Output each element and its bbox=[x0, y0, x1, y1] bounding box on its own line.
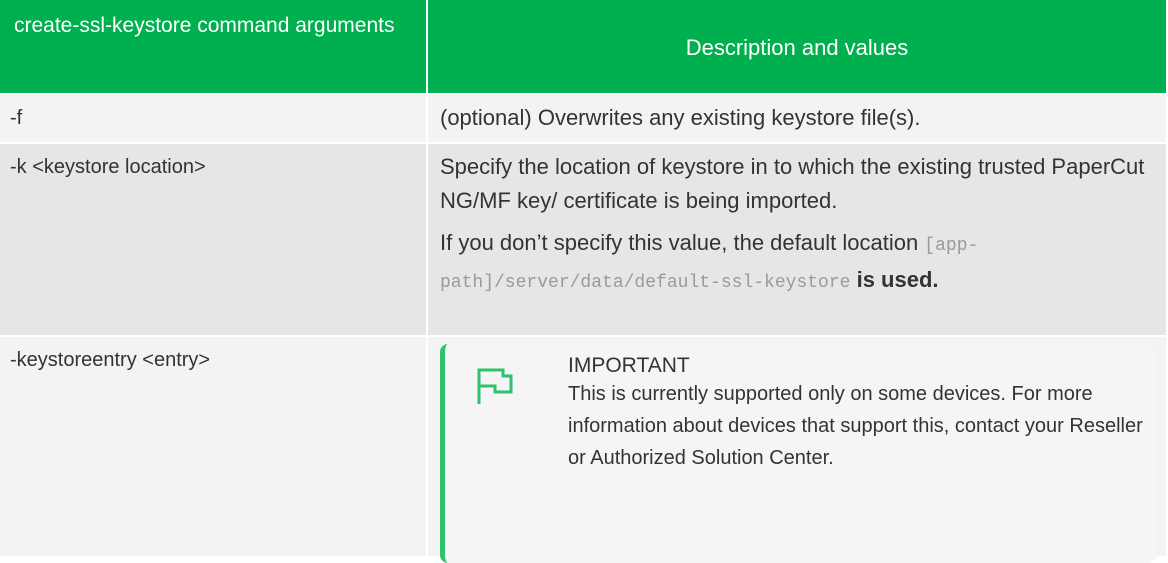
important-note: IMPORTANT This is currently supported on… bbox=[440, 344, 1156, 563]
command-arguments-table: create-ssl-keystore command arguments De… bbox=[0, 0, 1168, 563]
row-keystoreentry-argument: -keystoreentry <entry> bbox=[0, 337, 428, 558]
row-k-default-location: If you don’t specify this value, the def… bbox=[440, 226, 1156, 300]
header-arguments: create-ssl-keystore command arguments bbox=[0, 0, 428, 95]
note-title: IMPORTANT bbox=[568, 354, 690, 377]
row-k-argument: -k <keystore location> bbox=[0, 144, 428, 337]
default-location-lead: If you don’t specify this value, the def… bbox=[440, 230, 925, 255]
row-f-description-text: (optional) Overwrites any existing keyst… bbox=[440, 105, 921, 130]
flag-icon bbox=[475, 366, 515, 406]
note-body: This is currently supported only on some… bbox=[568, 383, 1143, 469]
row-k-description-text: Specify the location of keystore in to w… bbox=[440, 154, 1145, 213]
row-k-description: Specify the location of keystore in to w… bbox=[428, 144, 1168, 337]
row-f-argument: -f bbox=[0, 95, 428, 144]
row-f-description: (optional) Overwrites any existing keyst… bbox=[428, 95, 1168, 144]
row-keystoreentry-description: IMPORTANT This is currently supported on… bbox=[428, 337, 1168, 563]
header-description: Description and values bbox=[428, 0, 1168, 95]
default-location-tail: is used. bbox=[850, 267, 939, 292]
